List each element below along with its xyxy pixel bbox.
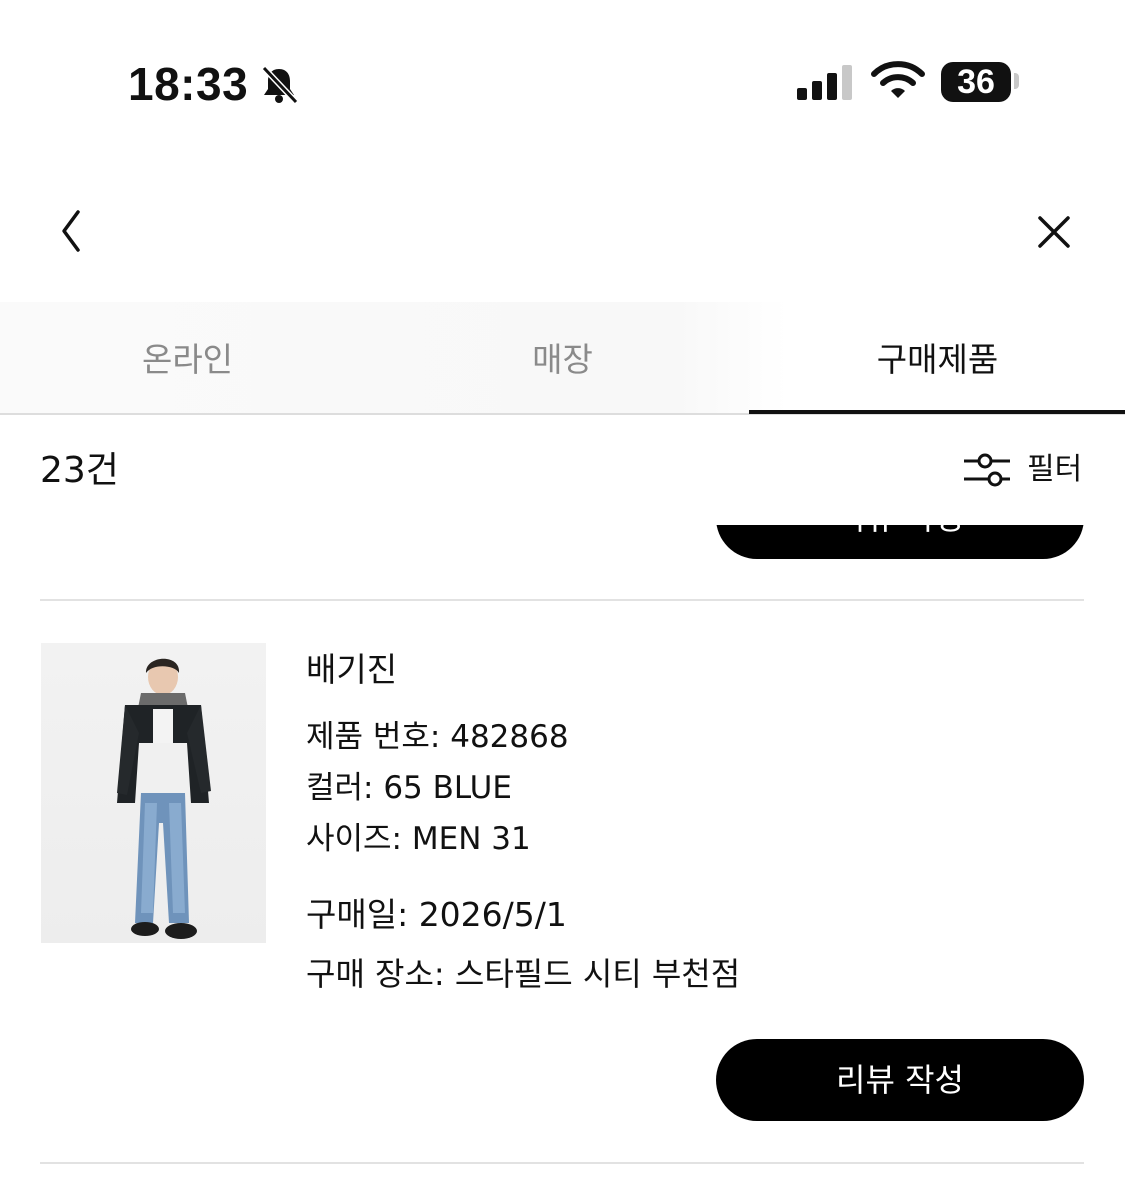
result-count: 23건 xyxy=(40,450,119,491)
battery-level: 36 xyxy=(957,63,995,101)
list-divider xyxy=(40,599,1084,601)
product-size: 사이즈: MEN 31 xyxy=(306,821,531,857)
product-number: 제품 번호: 482868 xyxy=(306,719,569,755)
wifi-icon xyxy=(871,61,925,98)
previous-review-button[interactable]: 리뷰 작성 xyxy=(716,525,1084,559)
product-color: 컬러: 65 BLUE xyxy=(306,770,512,806)
previous-item-clip: 리뷰 작성 xyxy=(0,525,1125,565)
tab-store[interactable]: 매장 xyxy=(375,302,750,412)
purchase-date: 구매일: 2026/5/1 xyxy=(306,895,567,934)
list-divider-bottom xyxy=(40,1162,1084,1164)
write-review-button[interactable]: 리뷰 작성 xyxy=(716,1039,1084,1121)
chevron-left-icon[interactable] xyxy=(50,204,94,258)
product-name[interactable]: 배기진 xyxy=(306,648,397,692)
signal-icon xyxy=(797,65,852,100)
product-image[interactable] xyxy=(41,643,266,943)
battery-icon: 36 xyxy=(941,62,1011,102)
filter-button-label[interactable]: 필터 xyxy=(1027,448,1082,492)
model-photo-illustration xyxy=(117,658,211,939)
bell-slash-icon xyxy=(261,65,299,105)
sliders-icon[interactable] xyxy=(962,452,1012,488)
tab-purchased[interactable]: 구매제품 xyxy=(750,302,1125,412)
tab-active-indicator xyxy=(749,410,1125,414)
purchase-place: 구매 장소: 스타필드 시티 부천점 xyxy=(306,955,741,993)
status-time: 18:33 xyxy=(128,58,249,110)
battery-tip xyxy=(1014,73,1019,89)
close-icon[interactable] xyxy=(1030,208,1078,256)
tab-online[interactable]: 온라인 xyxy=(0,302,375,412)
